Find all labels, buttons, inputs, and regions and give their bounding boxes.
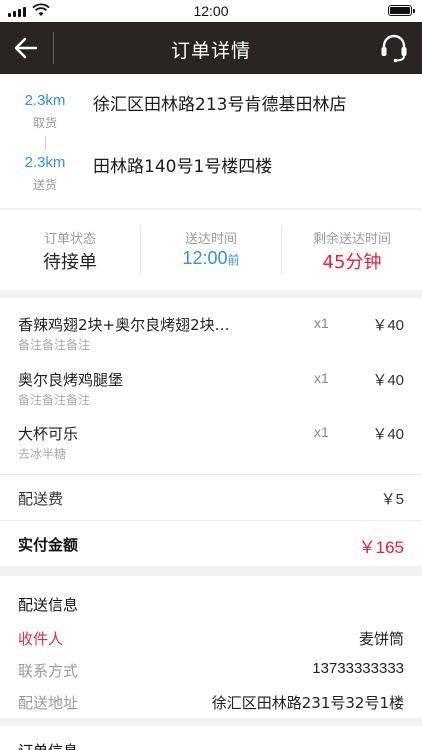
- dropoff-distance: 2.3km: [24, 154, 66, 171]
- phone-label: 联系方式: [18, 662, 79, 680]
- item-price: ￥40: [372, 372, 404, 389]
- receiver-row: 收件人 麦饼筒: [0, 624, 422, 652]
- item-name: 香辣鸡翅2块+奥尔良烤翅2块…: [18, 316, 230, 334]
- item-price: ￥40: [372, 317, 404, 334]
- total-label: 实付金额: [18, 536, 79, 554]
- system-status-bar: 12:00: [0, 0, 422, 22]
- order-state-value: 待接单: [43, 252, 97, 273]
- remaining-time: 剩余送达时间 45分钟: [282, 210, 422, 290]
- receiver-value: 麦饼筒: [358, 630, 404, 648]
- item-quantity: x1: [314, 370, 329, 386]
- item-price: ￥40: [372, 426, 404, 443]
- battery-icon: [388, 5, 415, 16]
- total-row: 实付金额 ￥165: [0, 522, 422, 566]
- list-item: 大杯可乐 去冰半糖 x1 ￥40: [0, 407, 422, 461]
- remaining-time-value: 45分钟: [322, 252, 382, 273]
- section-title: 订单信息: [18, 740, 78, 750]
- item-name: 大杯可乐: [18, 425, 79, 443]
- remaining-time-label: 剩余送达时间: [312, 232, 391, 247]
- pickup-distance: 2.3km: [24, 92, 66, 109]
- item-name: 奥尔良烤鸡腿堡: [18, 371, 124, 389]
- order-items-card: 香辣鸡翅2块+奥尔良烤翅2块… 备注备注备注 x1 ￥40 奥尔良烤鸡腿堡 备注…: [0, 298, 422, 566]
- navigation-bar: 订单详情: [0, 22, 422, 74]
- pickup-tag: 取货: [32, 116, 57, 130]
- pickup-address: 徐汇区田林路213号肯德基田林店: [93, 95, 347, 115]
- divider: [0, 520, 422, 521]
- address-label: 配送地址: [18, 694, 79, 712]
- delivery-time: 送达时间 12:00前: [141, 210, 281, 290]
- status-clock: 12:00: [193, 3, 229, 19]
- dropoff-tag: 送货: [32, 178, 57, 192]
- page-title: 订单详情: [170, 40, 251, 62]
- delivery-time-value: 12:00前: [182, 248, 240, 268]
- headset-icon[interactable]: [380, 33, 408, 63]
- order-status-panel: 订单状态 待接单 送达时间 12:00前 剩余送达时间 45分钟: [0, 210, 422, 290]
- total-value: ￥165: [358, 538, 404, 557]
- route-connector: [45, 136, 46, 150]
- divider: [0, 474, 422, 475]
- delivery-time-label: 送达时间: [184, 232, 237, 247]
- list-item: 奥尔良烤鸡腿堡 备注备注备注 x1 ￥40: [0, 353, 422, 407]
- order-state-label: 订单状态: [43, 232, 96, 247]
- delivery-fee-label: 配送费: [18, 490, 64, 508]
- item-quantity: x1: [314, 315, 329, 331]
- address-row: 配送地址 徐汇区田林路231号32号1楼: [0, 688, 422, 716]
- item-note: 备注备注备注: [18, 338, 91, 352]
- delivery-info-card: 配送信息 收件人 麦饼筒 联系方式 13733333333 配送地址 徐汇区田林…: [0, 576, 422, 718]
- order-state: 订单状态 待接单: [0, 210, 140, 290]
- item-note: 备注备注备注: [18, 393, 91, 407]
- delivery-fee-value: ￥5: [380, 491, 404, 508]
- item-quantity: x1: [314, 424, 329, 440]
- receiver-label: 收件人: [18, 630, 64, 648]
- address-card: 2.3km 取货 徐汇区田林路213号肯德基田林店 2.3km 送货 田林路14…: [0, 74, 422, 208]
- order-info-card: 订单信息: [0, 726, 422, 750]
- list-item: 香辣鸡翅2块+奥尔良烤翅2块… 备注备注备注 x1 ￥40: [0, 298, 422, 352]
- address-value: 徐汇区田林路231号32号1楼: [211, 694, 404, 712]
- phone-value[interactable]: 13733333333: [312, 660, 404, 677]
- section-title: 配送信息: [18, 596, 79, 614]
- item-note: 去冰半糖: [18, 447, 67, 461]
- delivery-fee-row: 配送费 ￥5: [0, 476, 422, 520]
- dropoff-address: 田林路140号1号楼四楼: [93, 157, 273, 177]
- phone-row: 联系方式 13733333333: [0, 656, 422, 684]
